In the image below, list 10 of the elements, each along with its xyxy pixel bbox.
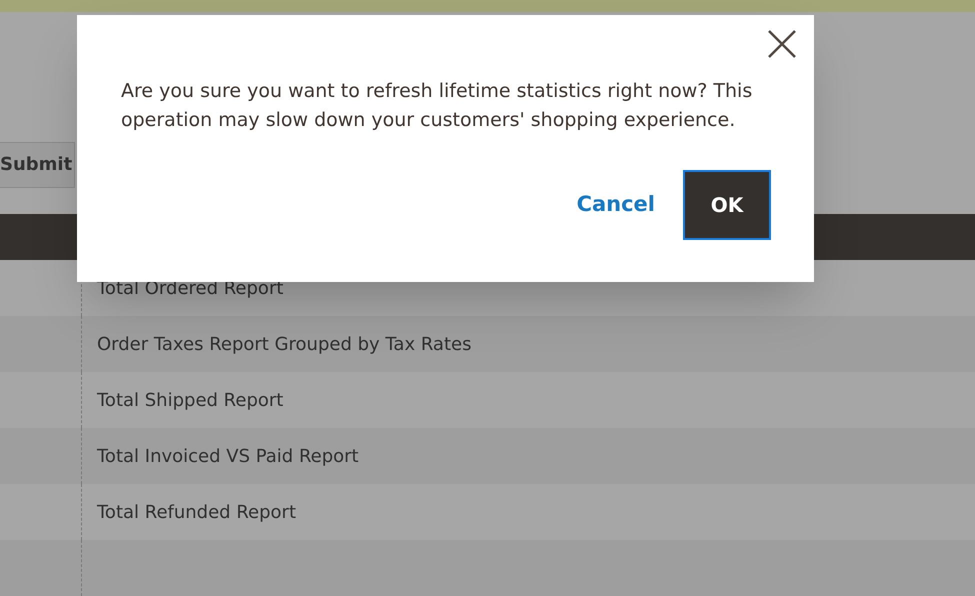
table-cell-text: Total Shipped Report bbox=[96, 388, 284, 412]
cancel-button[interactable]: Cancel bbox=[576, 189, 655, 221]
table-cell-text: Total Invoiced VS Paid Report bbox=[96, 444, 359, 468]
table-cell-text: Total Refunded Report bbox=[96, 500, 296, 524]
submit-button[interactable]: Submit bbox=[0, 142, 75, 188]
table-cell-text: Order Taxes Report Grouped by Tax Rates bbox=[96, 332, 472, 356]
close-button[interactable] bbox=[766, 28, 798, 60]
close-icon bbox=[767, 29, 797, 59]
dialog-message: Are you sure you want to refresh lifetime statistics right now? This operation may slow down your customers' shopping experience. bbox=[121, 79, 754, 133]
ok-button[interactable]: OK bbox=[683, 170, 771, 240]
